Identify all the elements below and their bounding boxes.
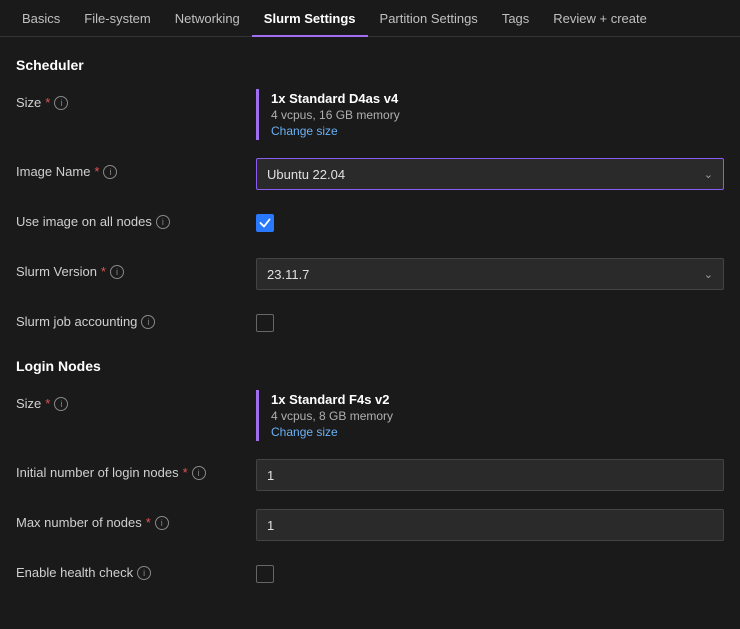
image-name-chevron-icon: ⌄ [704, 168, 713, 181]
use-image-info-icon[interactable]: i [156, 215, 170, 229]
image-name-row: Image Name * i Ubuntu 22.04 ⌄ [16, 158, 724, 190]
slurm-version-required: * [101, 264, 106, 279]
image-name-value: Ubuntu 22.04 ⌄ [256, 158, 724, 190]
slurm-job-accounting-value [256, 308, 724, 332]
scheduler-size-value: 1x Standard D4as v4 4 vcpus, 16 GB memor… [256, 89, 724, 140]
checkmark-icon [259, 217, 271, 229]
initial-login-nodes-info-icon[interactable]: i [192, 466, 206, 480]
slurm-version-row: Slurm Version * i 23.11.7 ⌄ [16, 258, 724, 290]
health-check-row: Enable health check i [16, 559, 724, 591]
login-size-required: * [45, 396, 50, 411]
slurm-version-chevron-icon: ⌄ [704, 268, 713, 281]
max-nodes-value [256, 509, 724, 541]
scheduler-size-detail: 4 vcpus, 16 GB memory [271, 108, 724, 122]
login-change-size-link[interactable]: Change size [271, 425, 724, 439]
tab-partition[interactable]: Partition Settings [368, 0, 490, 37]
login-size-info-icon[interactable]: i [54, 397, 68, 411]
initial-login-nodes-value [256, 459, 724, 491]
scheduler-size-info-icon[interactable]: i [54, 96, 68, 110]
initial-login-nodes-label: Initial number of login nodes * i [16, 459, 256, 480]
use-image-row: Use image on all nodes i [16, 208, 724, 240]
login-size-detail: 4 vcpus, 8 GB memory [271, 409, 724, 423]
scheduler-change-size-link[interactable]: Change size [271, 124, 724, 138]
scheduler-size-block: 1x Standard D4as v4 4 vcpus, 16 GB memor… [256, 89, 724, 140]
health-check-checkbox[interactable] [256, 565, 274, 583]
slurm-version-info-icon[interactable]: i [110, 265, 124, 279]
max-nodes-row: Max number of nodes * i [16, 509, 724, 541]
image-name-required: * [94, 164, 99, 179]
tab-basics[interactable]: Basics [10, 0, 72, 37]
slurm-job-accounting-checkbox-container [256, 308, 724, 332]
initial-login-nodes-row: Initial number of login nodes * i [16, 459, 724, 491]
tab-tags[interactable]: Tags [490, 0, 541, 37]
health-check-label: Enable health check i [16, 559, 256, 580]
max-nodes-input[interactable] [256, 509, 724, 541]
nav-tabs: Basics File-system Networking Slurm Sett… [0, 0, 740, 37]
slurm-job-accounting-label: Slurm job accounting i [16, 308, 256, 329]
tab-review[interactable]: Review + create [541, 0, 659, 37]
login-size-block: 1x Standard F4s v2 4 vcpus, 8 GB memory … [256, 390, 724, 441]
slurm-version-value: 23.11.7 ⌄ [256, 258, 724, 290]
tab-networking[interactable]: Networking [163, 0, 252, 37]
max-nodes-label: Max number of nodes * i [16, 509, 256, 530]
scheduler-size-row: Size * i 1x Standard D4as v4 4 vcpus, 16… [16, 89, 724, 140]
tab-slurm[interactable]: Slurm Settings [252, 0, 368, 37]
use-image-checkbox[interactable] [256, 214, 274, 232]
health-check-value [256, 559, 724, 583]
health-check-info-icon[interactable]: i [137, 566, 151, 580]
initial-login-nodes-input[interactable] [256, 459, 724, 491]
use-image-label: Use image on all nodes i [16, 208, 256, 229]
login-size-label: Size * i [16, 390, 256, 411]
slurm-version-selected: 23.11.7 [267, 267, 309, 282]
slurm-version-label: Slurm Version * i [16, 258, 256, 279]
slurm-version-dropdown[interactable]: 23.11.7 ⌄ [256, 258, 724, 290]
login-size-name: 1x Standard F4s v2 [271, 392, 724, 407]
max-nodes-info-icon[interactable]: i [155, 516, 169, 530]
login-size-value: 1x Standard F4s v2 4 vcpus, 8 GB memory … [256, 390, 724, 441]
use-image-checkbox-container [256, 208, 724, 232]
slurm-job-accounting-info-icon[interactable]: i [141, 315, 155, 329]
image-name-label: Image Name * i [16, 158, 256, 179]
tab-filesystem[interactable]: File-system [72, 0, 162, 37]
scheduler-size-name: 1x Standard D4as v4 [271, 91, 724, 106]
image-name-info-icon[interactable]: i [103, 165, 117, 179]
login-nodes-heading: Login Nodes [16, 358, 724, 374]
initial-login-nodes-required: * [183, 465, 188, 480]
use-image-value [256, 208, 724, 232]
image-name-selected: Ubuntu 22.04 [267, 167, 345, 182]
image-name-dropdown[interactable]: Ubuntu 22.04 ⌄ [256, 158, 724, 190]
main-content: Scheduler Size * i 1x Standard D4as v4 4… [0, 37, 740, 629]
max-nodes-required: * [146, 515, 151, 530]
scheduler-size-label: Size * i [16, 89, 256, 110]
scheduler-size-required: * [45, 95, 50, 110]
health-check-checkbox-container [256, 559, 724, 583]
login-size-row: Size * i 1x Standard F4s v2 4 vcpus, 8 G… [16, 390, 724, 441]
slurm-job-accounting-checkbox[interactable] [256, 314, 274, 332]
scheduler-heading: Scheduler [16, 57, 724, 73]
slurm-job-accounting-row: Slurm job accounting i [16, 308, 724, 340]
